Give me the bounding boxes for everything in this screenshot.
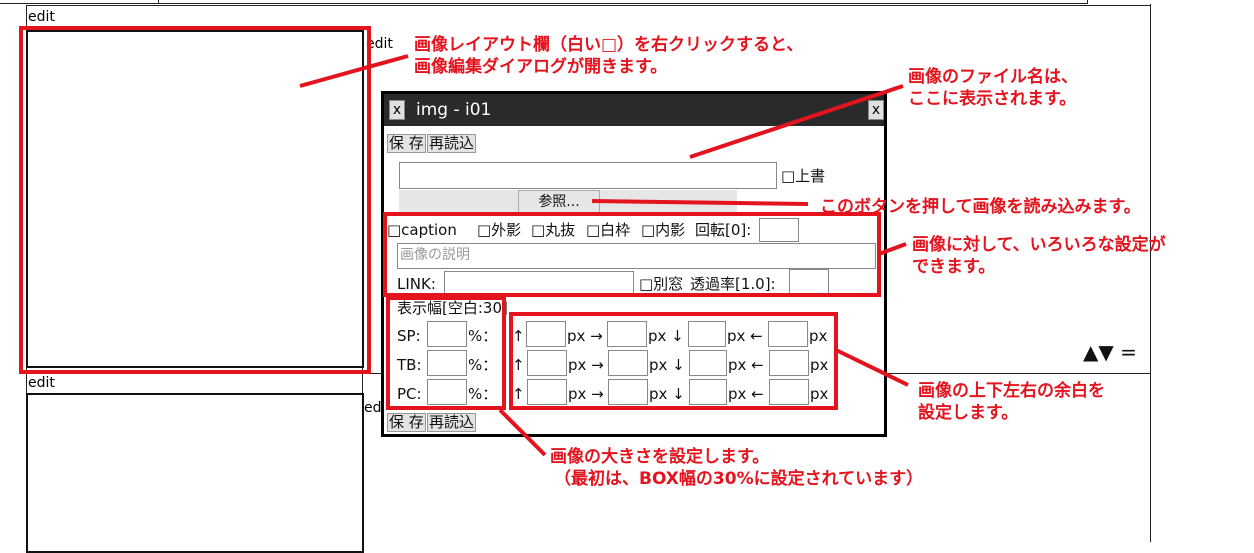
callout-size: 画像の大きさを設定します。 （最初は、BOX幅の30%に設定されています） — [550, 446, 923, 490]
callout-margins: 画像の上下左右の余白を 設定します。 — [918, 380, 1105, 424]
callout-filename: 画像のファイル名は、 ここに表示されます。 — [908, 66, 1078, 110]
callout-line: 画像の上下左右の余白を — [918, 381, 1105, 401]
arrow-filename — [689, 84, 904, 159]
callout-line: 画像編集ダイアログが開きます。 — [414, 57, 668, 77]
callout-line: 設定します。 — [918, 403, 1019, 423]
callout-browse: このボタンを押して画像を読み込みます。 — [820, 197, 1141, 217]
arrow-browse — [591, 199, 809, 206]
callout-line: 画像の大きさを設定します。 — [550, 447, 770, 467]
callout-line: ここに表示されます。 — [908, 89, 1077, 109]
callout-line: できます。 — [912, 257, 996, 277]
callout-settings: 画像に対して、いろいろな設定が できます。 — [912, 234, 1166, 278]
callout-line: 画像のファイル名は、 — [908, 67, 1078, 87]
arrow-layout — [299, 54, 409, 88]
arrow-size — [498, 408, 547, 457]
callout-line: 画像に対して、いろいろな設定が — [912, 235, 1166, 255]
arrow-margins — [835, 348, 909, 387]
callout-layout-box: 画像レイアウト欄（白い□）を右クリックすると、 画像編集ダイアログが開きます。 — [414, 34, 803, 78]
arrow-settings — [878, 242, 907, 256]
callout-line: （最初は、BOX幅の30%に設定されています） — [554, 469, 924, 489]
callout-line: 画像レイアウト欄（白い□）を右クリックすると、 — [414, 35, 804, 55]
